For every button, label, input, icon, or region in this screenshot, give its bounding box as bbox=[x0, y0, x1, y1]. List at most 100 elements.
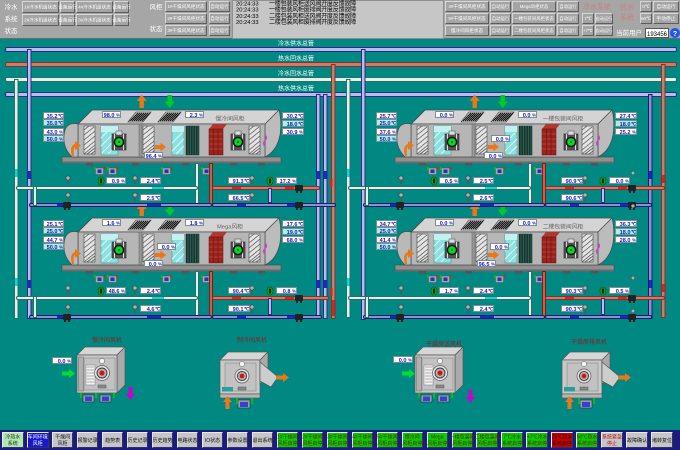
svg-text:自动运行: 自动运行 bbox=[210, 27, 229, 34]
svg-text:干燥房送风机: 干燥房送风机 bbox=[426, 340, 462, 348]
svg-text:系统启停: 系统启停 bbox=[552, 440, 572, 447]
svg-text:二楼包装间风柜状态: 二楼包装间风柜状态 bbox=[514, 27, 554, 34]
svg-text:自动运行: 自动运行 bbox=[492, 3, 510, 10]
svg-text:91.3: 91.3 bbox=[233, 179, 244, 185]
svg-text:℃: ℃ bbox=[58, 121, 63, 126]
svg-text:25.1: 25.1 bbox=[47, 222, 58, 228]
svg-text:退出系统: 退出系统 bbox=[252, 437, 272, 444]
svg-text:%: % bbox=[532, 221, 536, 226]
svg-text:℃: ℃ bbox=[298, 230, 303, 235]
svg-text:车间环境: 车间环境 bbox=[28, 434, 48, 441]
svg-text:自动运行: 自动运行 bbox=[656, 3, 675, 10]
svg-text:+7℃冷水: +7℃冷水 bbox=[527, 434, 548, 441]
svg-text:℃: ℃ bbox=[391, 121, 396, 126]
svg-text:参数设置: 参数设置 bbox=[227, 437, 247, 444]
svg-text:20:24:33: 20:24:33 bbox=[236, 14, 259, 20]
svg-text:%: % bbox=[121, 289, 125, 294]
svg-text:0.0: 0.0 bbox=[523, 113, 531, 119]
svg-text:系统紧急: 系统紧急 bbox=[602, 434, 622, 441]
svg-text:36.3: 36.3 bbox=[620, 222, 631, 228]
svg-text:4#冷水机组状态: 4#冷水机组状态 bbox=[78, 4, 111, 11]
svg-text:%: % bbox=[498, 154, 502, 159]
svg-text:48.6: 48.6 bbox=[109, 289, 120, 295]
svg-text:℃: ℃ bbox=[155, 289, 160, 294]
svg-text:手动停止: 手动停止 bbox=[656, 15, 675, 22]
svg-text:冷水供水总管: 冷水供水总管 bbox=[278, 40, 314, 48]
svg-text:2.5: 2.5 bbox=[480, 179, 488, 185]
svg-text:冷水: 冷水 bbox=[5, 2, 19, 11]
svg-text:风柜启停: 风柜启停 bbox=[477, 440, 497, 447]
svg-text:风柜启停: 风柜启停 bbox=[302, 440, 322, 447]
svg-text:?: ? bbox=[673, 31, 677, 38]
svg-text:3#冷水机组状态: 3#冷水机组状态 bbox=[78, 17, 111, 24]
svg-text:一楼包装间风柜状态: 一楼包装间风柜状态 bbox=[514, 15, 554, 22]
svg-text:二楼包装间: 二楼包装间 bbox=[475, 434, 500, 441]
svg-text:自动运行: 自动运行 bbox=[596, 27, 613, 34]
svg-text:%: % bbox=[392, 130, 396, 135]
svg-text:Mega: Mega bbox=[431, 435, 444, 441]
svg-text:17.2: 17.2 bbox=[280, 179, 291, 185]
svg-text:0.0: 0.0 bbox=[399, 358, 407, 364]
svg-text:℃: ℃ bbox=[488, 196, 493, 201]
svg-text:℃: ℃ bbox=[631, 222, 636, 227]
svg-text:90.9: 90.9 bbox=[566, 179, 577, 185]
svg-text:自动运行: 自动运行 bbox=[492, 15, 510, 22]
svg-text:%: % bbox=[292, 179, 296, 184]
svg-text:热水供水总管: 热水供水总管 bbox=[278, 85, 314, 93]
svg-text:慢冷间风柜状态: 慢冷间风柜状态 bbox=[451, 27, 484, 34]
svg-text:0.9: 0.9 bbox=[112, 179, 120, 185]
svg-text:Mega风柜: Mega风柜 bbox=[217, 223, 243, 231]
svg-text:%: % bbox=[491, 262, 495, 267]
svg-text:7℃: 7℃ bbox=[584, 16, 591, 21]
svg-text:%: % bbox=[449, 113, 453, 118]
svg-text:66.5: 66.5 bbox=[233, 196, 244, 202]
svg-text:0.5: 0.5 bbox=[445, 179, 453, 185]
svg-text:18.0: 18.0 bbox=[620, 122, 631, 128]
svg-text:3#干燥间风柜状态: 3#干燥间风柜状态 bbox=[167, 27, 205, 34]
svg-text:自动运行: 自动运行 bbox=[559, 27, 577, 34]
svg-text:41.4: 41.4 bbox=[380, 238, 392, 244]
svg-text:%: % bbox=[121, 179, 125, 184]
svg-text:自动运行: 自动运行 bbox=[492, 27, 510, 34]
svg-text:50.0: 50.0 bbox=[47, 137, 58, 143]
svg-text:℃: ℃ bbox=[155, 179, 160, 184]
svg-text:历史记录: 历史记录 bbox=[128, 437, 148, 444]
svg-text:35.0: 35.0 bbox=[47, 121, 58, 127]
svg-text:℃: ℃ bbox=[391, 229, 396, 234]
svg-text:停止: 停止 bbox=[607, 440, 617, 447]
svg-text:%: % bbox=[392, 238, 396, 243]
svg-text:报警记录: 报警记录 bbox=[78, 437, 98, 444]
svg-text:℃: ℃ bbox=[298, 222, 303, 227]
svg-text:℃: ℃ bbox=[298, 114, 303, 119]
svg-text:25.2: 25.2 bbox=[620, 130, 631, 136]
svg-text:℃: ℃ bbox=[244, 196, 249, 201]
svg-text:25.0: 25.0 bbox=[380, 121, 391, 127]
svg-text:90.4: 90.4 bbox=[233, 289, 245, 295]
svg-text:热水: 热水 bbox=[620, 3, 634, 12]
svg-text:系统启停: 系统启停 bbox=[527, 440, 547, 447]
svg-text:设备运行: 设备运行 bbox=[58, 17, 77, 24]
svg-text:%: % bbox=[199, 113, 203, 118]
svg-text:25.0: 25.0 bbox=[47, 229, 58, 235]
svg-text:0℃: 0℃ bbox=[642, 4, 649, 9]
svg-text:自动运行: 自动运行 bbox=[559, 15, 577, 22]
svg-text:2#冷水机组状态: 2#冷水机组状态 bbox=[24, 17, 57, 24]
svg-text:4.6: 4.6 bbox=[147, 307, 155, 313]
svg-text:2.6: 2.6 bbox=[480, 196, 488, 202]
svg-text:4#干燥间风柜状态: 4#干燥间风柜状态 bbox=[448, 3, 486, 10]
svg-text:趋势表: 趋势表 bbox=[105, 437, 120, 444]
svg-text:%: % bbox=[299, 238, 303, 243]
svg-text:%: % bbox=[392, 245, 396, 250]
svg-text:2#干燥间: 2#干燥间 bbox=[302, 434, 323, 441]
svg-text:堵转复位: 堵转复位 bbox=[652, 437, 672, 444]
svg-text:%: % bbox=[116, 221, 120, 226]
svg-text:Mega风柜状态: Mega风柜状态 bbox=[520, 3, 549, 10]
svg-text:5#干燥间风柜状态: 5#干燥间风柜状态 bbox=[448, 15, 486, 22]
svg-text:风柜: 风柜 bbox=[150, 2, 164, 11]
svg-text:℃: ℃ bbox=[58, 229, 63, 234]
svg-text:%: % bbox=[625, 179, 629, 184]
svg-text:℃: ℃ bbox=[58, 114, 63, 119]
svg-text:0.0: 0.0 bbox=[496, 137, 504, 143]
svg-text:℃: ℃ bbox=[577, 179, 582, 184]
svg-text:系统启停: 系统启停 bbox=[502, 440, 522, 447]
